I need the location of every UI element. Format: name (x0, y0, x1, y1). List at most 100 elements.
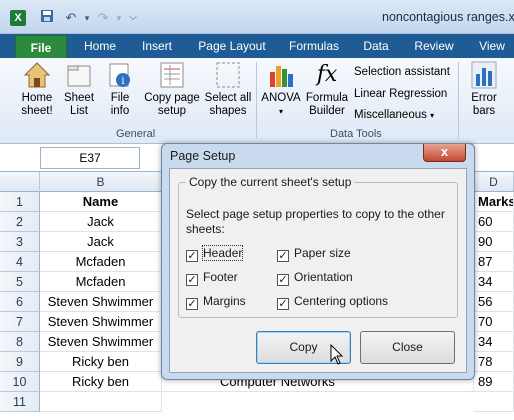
cell-d10[interactable]: 89 (474, 372, 514, 392)
sheet-list-button[interactable]: Sheet List (58, 60, 100, 118)
info-icon: i (109, 63, 130, 87)
checkmark-icon: ✓ (277, 274, 289, 286)
dialog-title: Page Setup (170, 149, 236, 163)
checkmark-icon: ✓ (186, 298, 198, 310)
cell-b4[interactable]: Mcfaden (40, 252, 162, 272)
row-header[interactable]: 9 (0, 352, 40, 372)
row-header[interactable]: 3 (0, 232, 40, 252)
cell-d2[interactable]: 60 (474, 212, 514, 232)
row-header[interactable]: 4 (0, 252, 40, 272)
anova-button[interactable]: ANOVA ▾ (260, 60, 302, 118)
cell-b5[interactable]: Mcfaden (40, 272, 162, 292)
column-header-b[interactable]: B (40, 172, 162, 192)
row-header[interactable]: 1 (0, 192, 40, 212)
group-separator (458, 62, 459, 138)
formula-builder-button[interactable]: fx Formula Builder (304, 60, 350, 118)
select-all-corner[interactable] (0, 172, 40, 192)
tab-review[interactable]: Review (406, 34, 462, 58)
anova-label: ANOVA (261, 92, 301, 104)
house-icon (23, 62, 51, 88)
row-header[interactable]: 8 (0, 332, 40, 352)
home-sheet-label: Home sheet! (21, 92, 53, 117)
dialog-description: Select page setup properties to copy to … (186, 207, 445, 236)
tab-formulas[interactable]: Formulas (282, 34, 346, 58)
sheet-list-label: Sheet List (63, 92, 95, 117)
cell-b9[interactable]: Ricky ben (40, 352, 162, 372)
tab-file[interactable]: File (15, 35, 67, 58)
svg-text:i: i (121, 76, 124, 87)
tab-page-layout[interactable]: Page Layout (192, 34, 272, 58)
tab-home[interactable]: Home (78, 34, 122, 58)
cell-b1[interactable]: Name (40, 192, 162, 212)
tab-insert[interactable]: Insert (132, 34, 182, 58)
row-header[interactable]: 5 (0, 272, 40, 292)
cell-b11[interactable] (40, 392, 162, 412)
error-bars-icon (471, 61, 497, 89)
ribbon-tabs: File Home Insert Page Layout Formulas Da… (0, 34, 514, 58)
dialog-body: Copy the current sheet's setup Select pa… (169, 168, 467, 373)
excel-app-icon[interactable]: X (10, 10, 26, 26)
row-header[interactable]: 11 (0, 392, 40, 412)
select-all-shapes-button[interactable]: Select all shapes (202, 60, 254, 118)
cell-b10[interactable]: Ricky ben (40, 372, 162, 392)
dialog-close-icon[interactable]: x (423, 144, 466, 162)
chevron-down-icon: ▾ (278, 107, 283, 116)
group-legend: Copy the current sheet's setup (186, 175, 355, 189)
bar-chart-icon (270, 66, 293, 87)
tab-view[interactable]: View (472, 34, 512, 58)
orientation-checkbox[interactable]: ✓ Orientation (277, 270, 353, 286)
cell-b3[interactable]: Jack (40, 232, 162, 252)
checkmark-icon: ✓ (186, 274, 198, 286)
chevron-down-icon: ▾ (430, 111, 435, 120)
cell-d5[interactable]: 34 (474, 272, 514, 292)
margins-label: Margins (203, 294, 246, 308)
error-bars-button[interactable]: Error bars (464, 60, 504, 118)
cell-d1[interactable]: Marks (474, 192, 514, 212)
checkmark-icon: ✓ (186, 250, 198, 262)
tab-data[interactable]: Data (356, 34, 396, 58)
cell-b2[interactable]: Jack (40, 212, 162, 232)
file-info-button[interactable]: i File info (102, 60, 138, 118)
mouse-pointer-icon (330, 344, 344, 365)
fx-icon: fx (316, 62, 338, 87)
ribbon: Home sheet! Sheet List i File info Copy … (0, 58, 514, 144)
customize-toolbar-icon[interactable]: ⌵ (124, 9, 142, 27)
miscellaneous-label: Miscellaneous (354, 109, 427, 121)
cell-b7[interactable]: Steven Shwimmer (40, 312, 162, 332)
row-header[interactable]: 7 (0, 312, 40, 332)
cell-d4[interactable]: 87 (474, 252, 514, 272)
column-header-d[interactable]: D (474, 172, 514, 192)
paper-size-checkbox[interactable]: ✓ Paper size (277, 246, 351, 262)
folder-icon (67, 65, 91, 87)
cell-d9[interactable]: 78 (474, 352, 514, 372)
cell-d7[interactable]: 70 (474, 312, 514, 332)
page-setup-dialog: Page Setup x Copy the current sheet's se… (161, 143, 475, 380)
orientation-label: Orientation (294, 270, 353, 284)
home-sheet-button[interactable]: Home sheet! (12, 60, 62, 118)
name-box[interactable]: E37 (40, 147, 140, 169)
linear-regression-button[interactable]: Linear Regression (354, 88, 447, 100)
save-icon[interactable] (38, 9, 56, 27)
copy-setup-group: Copy the current sheet's setup Select pa… (178, 175, 458, 318)
footer-checkbox[interactable]: ✓ Footer (186, 270, 238, 286)
cell-d8[interactable]: 34 (474, 332, 514, 352)
cell-d6[interactable]: 56 (474, 292, 514, 312)
margins-checkbox[interactable]: ✓ Margins (186, 294, 246, 310)
row-header[interactable]: 2 (0, 212, 40, 232)
centering-options-checkbox[interactable]: ✓ Centering options (277, 294, 388, 310)
select-shapes-icon (216, 62, 240, 88)
selection-assistant-button[interactable]: Selection assistant (354, 66, 450, 78)
cell-b8[interactable]: Steven Shwimmer (40, 332, 162, 352)
file-info-label: File info (110, 92, 130, 117)
group-label-general: General (116, 128, 156, 140)
cell-d11[interactable] (474, 392, 514, 412)
row-header[interactable]: 10 (0, 372, 40, 392)
cell-d3[interactable]: 90 (474, 232, 514, 252)
header-checkbox[interactable]: ✓ Header (186, 245, 244, 262)
footer-label: Footer (203, 270, 238, 284)
miscellaneous-button[interactable]: Miscellaneous ▾ (354, 109, 434, 121)
copy-page-setup-button[interactable]: Copy page setup (142, 60, 202, 118)
close-button[interactable]: Close (360, 331, 455, 364)
row-header[interactable]: 6 (0, 292, 40, 312)
cell-b6[interactable]: Steven Shwimmer (40, 292, 162, 312)
